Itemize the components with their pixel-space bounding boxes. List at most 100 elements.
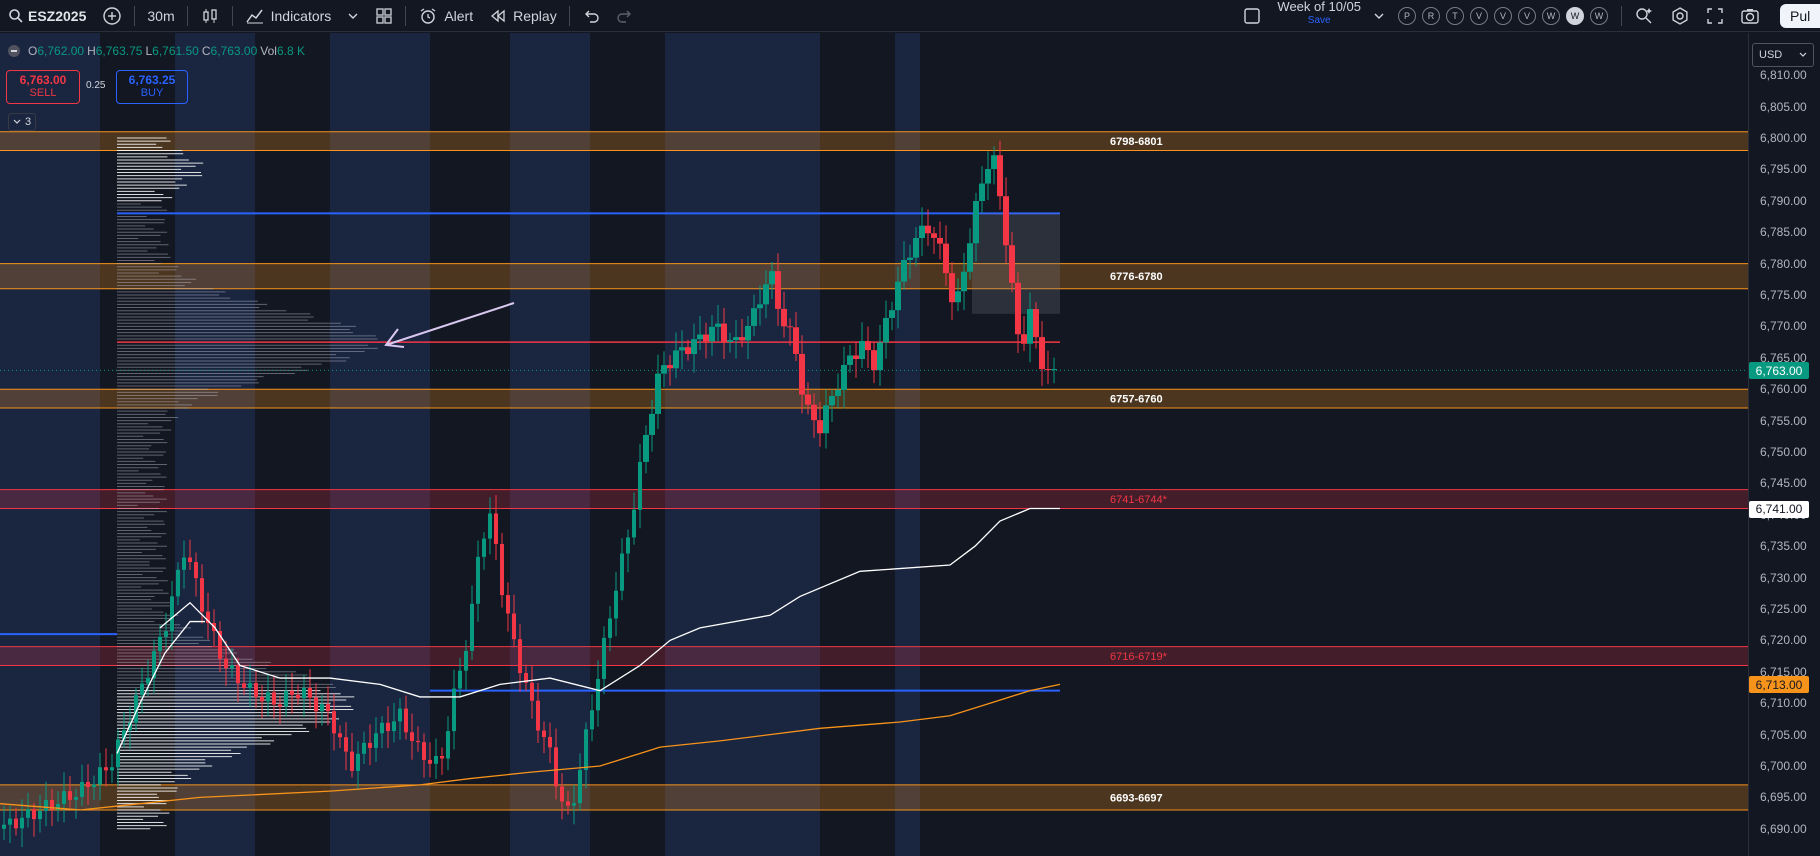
candle-body xyxy=(643,434,649,462)
candle-body xyxy=(985,169,991,184)
interval-button[interactable]: 30m xyxy=(139,0,182,32)
chevron-down-icon xyxy=(13,119,21,124)
candle-body xyxy=(44,799,48,811)
currency-select[interactable]: USD xyxy=(1752,43,1814,67)
price-tick: 6,795.00 xyxy=(1760,162,1807,177)
candle-body xyxy=(248,683,252,688)
candle-body xyxy=(829,395,835,406)
candle-body xyxy=(626,537,630,554)
candle-body xyxy=(494,513,498,544)
indicators-toggle[interactable]: 3 xyxy=(8,113,36,131)
high-value: 6,763.75 xyxy=(95,44,143,58)
candle-body xyxy=(302,687,306,699)
zone-label: 6716-6719* xyxy=(1110,651,1168,663)
price-chart[interactable]: 6798-6801 6776-6780 6757-6760 6741-6744* 671… xyxy=(0,33,1748,856)
chevron-down-icon xyxy=(1799,52,1807,57)
session-band xyxy=(895,33,920,856)
layout-dropdown[interactable] xyxy=(1369,0,1389,32)
compare-button[interactable] xyxy=(94,0,130,32)
candle-body xyxy=(811,404,817,421)
chart-pane[interactable]: 6798-6801 6776-6780 6757-6760 6741-6744* 671… xyxy=(0,33,1748,856)
candle-body xyxy=(398,708,402,722)
zone-fill xyxy=(0,784,1748,810)
snapshot-button[interactable] xyxy=(1732,0,1768,32)
undo-icon xyxy=(584,10,599,23)
indicators-dropdown[interactable] xyxy=(339,0,367,32)
candle-body xyxy=(176,569,180,597)
candle-body xyxy=(679,347,685,351)
zone-fill xyxy=(0,389,1748,409)
session-button-4[interactable]: V xyxy=(1494,6,1512,25)
candle-body xyxy=(805,394,811,405)
price-tick: 6,770.00 xyxy=(1760,319,1807,334)
session-button-0[interactable]: P xyxy=(1398,6,1416,25)
candle-body xyxy=(1051,368,1057,370)
candle-body xyxy=(68,791,72,800)
price-tick: 6,730.00 xyxy=(1760,570,1807,585)
session-button-7[interactable]: W xyxy=(1566,6,1584,25)
symbol-search[interactable]: ESZ2025 xyxy=(0,0,94,32)
candle-body xyxy=(614,590,618,619)
candle-body xyxy=(2,824,6,829)
candle-body xyxy=(901,259,907,282)
candle-body xyxy=(74,796,78,800)
buy-button[interactable]: 6,763.25 BUY xyxy=(116,70,188,104)
chart-type-button[interactable] xyxy=(192,0,228,32)
select-checkbox[interactable] xyxy=(1235,0,1269,32)
sell-button[interactable]: 6,763.00 SELL xyxy=(6,70,80,104)
session-button-2[interactable]: T xyxy=(1446,6,1464,25)
undo-button[interactable] xyxy=(574,0,608,32)
candle-body xyxy=(697,334,703,340)
candle-body xyxy=(763,284,769,305)
candle-body xyxy=(727,340,733,342)
candle-body xyxy=(188,557,192,563)
vwap-line xyxy=(159,507,1060,698)
currency-label: USD xyxy=(1759,49,1783,61)
gear-icon xyxy=(1672,6,1688,25)
candle-body xyxy=(847,355,853,365)
session-button-6[interactable]: W xyxy=(1542,6,1560,25)
fullscreen-button[interactable] xyxy=(1698,0,1732,32)
volume-value: 6.8 K xyxy=(276,44,305,58)
redo-button[interactable] xyxy=(608,0,642,32)
candle-body xyxy=(110,767,114,771)
candle-body xyxy=(632,509,636,538)
candle-body xyxy=(158,636,162,652)
candle-body xyxy=(841,364,847,390)
price-tick: 6,735.00 xyxy=(1760,539,1807,554)
sell-price: 6,763.00 xyxy=(19,73,67,87)
settings-button[interactable] xyxy=(1662,0,1698,32)
zone-fill xyxy=(0,489,1748,509)
save-label[interactable]: Save xyxy=(1308,14,1331,28)
candle-body xyxy=(1033,309,1039,338)
indicators-button[interactable]: Indicators xyxy=(237,0,340,32)
candle-body xyxy=(596,678,600,711)
publish-button[interactable]: Pul xyxy=(1780,4,1820,28)
candle-body xyxy=(667,365,673,369)
session-button-8[interactable]: W xyxy=(1590,6,1608,25)
candle-body xyxy=(278,704,282,707)
layouts-button[interactable] xyxy=(367,0,401,32)
alarm-clock-icon xyxy=(420,7,436,24)
candle-body xyxy=(967,243,973,272)
week-label: Week of 10/05 xyxy=(1277,0,1361,14)
candle-body xyxy=(308,687,312,698)
replay-button[interactable]: Replay xyxy=(481,0,565,32)
alert-button[interactable]: Alert xyxy=(410,0,481,32)
session-button-3[interactable]: V xyxy=(1470,6,1488,25)
candle-body xyxy=(853,355,859,359)
candle-body xyxy=(422,742,426,760)
legend-collapse-icon[interactable] xyxy=(8,45,20,57)
quick-search-button[interactable] xyxy=(1626,0,1662,32)
layout-name[interactable]: Week of 10/05 Save xyxy=(1269,0,1369,32)
candle-body xyxy=(530,682,534,701)
candle-body xyxy=(356,753,360,771)
candle-body xyxy=(374,733,378,748)
session-button-5[interactable]: V xyxy=(1518,6,1536,25)
toolbar-divider xyxy=(405,5,407,26)
session-button-1[interactable]: R xyxy=(1422,6,1440,25)
candle-body xyxy=(793,327,799,354)
price-tick: 6,695.00 xyxy=(1760,790,1807,805)
candle-body xyxy=(272,692,276,705)
candle-body xyxy=(242,683,246,688)
